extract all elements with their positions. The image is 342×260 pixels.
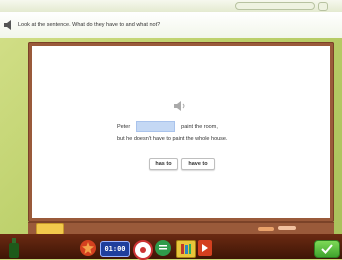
sentence-line-2: but he doesn't have to paint the whole h… — [117, 136, 228, 142]
star-icon — [82, 242, 94, 254]
option-has-to-button[interactable]: has to — [149, 158, 178, 170]
sound-icon[interactable] — [173, 101, 187, 111]
blackboard-frame: Peter paint the room, but he doesn't hav… — [28, 42, 334, 222]
instruction-bar: Look at the sentence. What do they have … — [0, 12, 342, 38]
help-icon — [140, 247, 146, 253]
timer-display: 01:00 — [100, 241, 130, 257]
submit-check-button[interactable] — [314, 240, 340, 258]
arrow-right-icon — [202, 244, 208, 252]
check-icon — [321, 244, 333, 254]
answer-blank[interactable] — [136, 121, 176, 132]
window-control[interactable] — [318, 2, 328, 11]
exercise-board: Peter paint the room, but he doesn't hav… — [32, 46, 330, 218]
chalk-icon — [258, 227, 274, 231]
window-tab[interactable] — [235, 2, 315, 10]
star-button[interactable] — [80, 240, 96, 256]
menu-icon — [159, 245, 167, 250]
bottom-toolbar: 01:00 — [0, 234, 342, 260]
sentence-end: paint the room, — [181, 123, 218, 130]
menu-button[interactable] — [155, 240, 171, 256]
books-icon — [181, 244, 191, 254]
ink-bottle-icon — [9, 238, 19, 258]
sentence-line-1: Peter paint the room, — [117, 121, 218, 132]
books-button[interactable] — [176, 240, 196, 258]
chalk-icon — [278, 226, 296, 230]
option-have-to-button[interactable]: have to — [181, 158, 215, 170]
instruction-text: Look at the sentence. What do they have … — [18, 22, 161, 28]
help-button[interactable] — [133, 240, 153, 260]
sentence-start: Peter — [117, 123, 131, 130]
speaker-icon[interactable] — [4, 19, 14, 31]
next-button[interactable] — [198, 240, 212, 256]
